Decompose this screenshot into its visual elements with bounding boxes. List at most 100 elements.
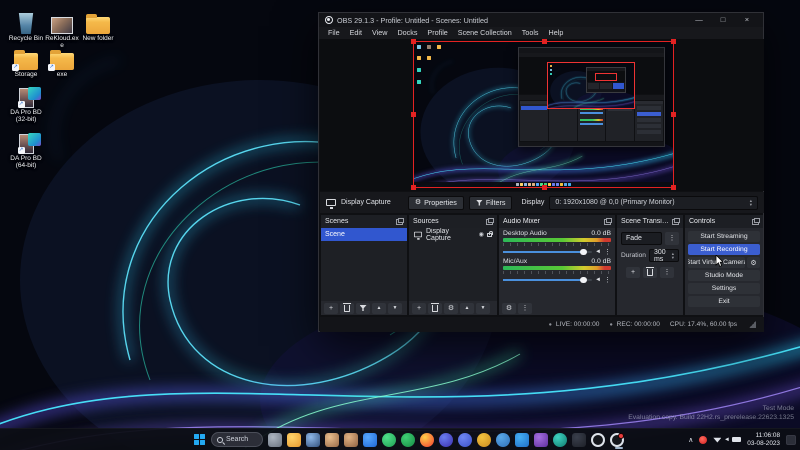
obs-titlebar[interactable]: OBS 29.1.3 - Profile: Untitled - Scenes:…	[319, 13, 763, 27]
desktop-icon-exe[interactable]: ↗exe	[44, 46, 80, 78]
lock-icon[interactable]	[487, 233, 492, 237]
handle-bottom-left[interactable]	[411, 185, 416, 190]
green-app-2-icon[interactable]	[401, 433, 415, 447]
channel-kebab-icon[interactable]: ⋮	[604, 276, 611, 284]
scene-filters-button[interactable]	[356, 303, 370, 314]
system-monitor-icon[interactable]	[306, 433, 320, 447]
combo-spinner-icon[interactable]: ▴▾	[750, 199, 752, 207]
handle-top-left[interactable]	[411, 39, 416, 44]
firefox-icon[interactable]	[420, 433, 434, 447]
discord-icon[interactable]	[458, 433, 472, 447]
file-explorer-icon[interactable]	[287, 433, 301, 447]
settings-button[interactable]: Settings	[688, 283, 760, 294]
resize-grip[interactable]	[749, 321, 756, 328]
taskbar-clock[interactable]: 11:06:08 03-08-2023	[747, 432, 780, 447]
remove-source-button[interactable]	[428, 303, 442, 314]
teal-diamond-app-icon[interactable]	[553, 433, 567, 447]
popout-icon[interactable]	[396, 219, 403, 225]
notification-center-icon[interactable]	[786, 435, 796, 445]
transition-kebab-button[interactable]: ⋮	[665, 232, 679, 245]
handle-top-right[interactable]	[671, 39, 676, 44]
camera-app-icon[interactable]	[477, 433, 491, 447]
popout-icon[interactable]	[604, 219, 611, 225]
minimize-button[interactable]: —	[689, 13, 709, 27]
scene-down-button[interactable]: ▼	[388, 303, 402, 314]
desktop-icon-storage[interactable]: ↗Storage	[8, 46, 44, 78]
desktop-icon-new-folder[interactable]: New folder	[80, 10, 116, 42]
display-select[interactable]: 0: 1920x1080 @ 0,0 (Primary Monitor) ▴▾	[549, 196, 758, 210]
add-scene-button[interactable]: +	[324, 303, 338, 314]
popout-icon[interactable]	[752, 219, 759, 225]
volume-slider[interactable]	[503, 251, 592, 253]
menu-profile[interactable]: Profile	[422, 27, 452, 39]
github-desktop-icon[interactable]	[591, 433, 605, 447]
source-up-button[interactable]: ▲	[460, 303, 474, 314]
handle-mid-right[interactable]	[671, 112, 676, 117]
menu-scene-collection[interactable]: Scene Collection	[453, 27, 517, 39]
exit-button[interactable]: Exit	[688, 296, 760, 307]
channel-kebab-icon[interactable]: ⋮	[604, 248, 611, 256]
green-app-1-icon[interactable]	[382, 433, 396, 447]
filters-button[interactable]: Filters	[469, 196, 513, 210]
handle-bottom-right[interactable]	[671, 185, 676, 190]
remove-scene-button[interactable]	[340, 303, 354, 314]
transition-props-button[interactable]: ⋮	[660, 267, 674, 278]
telegram-icon[interactable]	[496, 433, 510, 447]
mixer-kebab-button[interactable]: ⋮	[518, 303, 532, 314]
sources-toolbar: + ⚙ ▲ ▼	[409, 301, 497, 315]
system-tray-icons[interactable]: ◄	[713, 437, 741, 443]
source-properties-button[interactable]: ⚙	[444, 303, 458, 314]
speaker-icon[interactable]: ◄	[595, 277, 601, 283]
menu-tools[interactable]: Tools	[517, 27, 544, 39]
desktop-icon-recycle-bin[interactable]: Recycle Bin	[8, 10, 44, 42]
start-recording-button[interactable]: Start Recording	[688, 244, 760, 255]
menu-edit[interactable]: Edit	[345, 27, 367, 39]
audio-config-button[interactable]: ⚙	[502, 303, 516, 314]
task-view-icon[interactable]	[268, 433, 282, 447]
studio-mode-button[interactable]: Studio Mode	[688, 270, 760, 281]
menu-file[interactable]: File	[323, 27, 345, 39]
desktop-icon-da-pro-bd-64-bit-[interactable]: ↗DA Pro BD (64-bit)	[8, 130, 44, 169]
microsoft-store-icon[interactable]	[363, 433, 377, 447]
add-source-button[interactable]: +	[412, 303, 426, 314]
popout-icon[interactable]	[486, 219, 493, 225]
obs-studio-icon[interactable]	[610, 433, 624, 447]
menu-docks[interactable]: Docks	[392, 27, 422, 39]
handle-bottom-center[interactable]	[542, 185, 547, 190]
add-transition-button[interactable]: +	[626, 267, 640, 278]
desktop-icon-da-pro-bd-32-bit-[interactable]: ↗DA Pro BD (32-bit)	[8, 84, 44, 123]
taskbar-search[interactable]: Search	[211, 432, 263, 447]
visual-studio-icon[interactable]	[534, 433, 548, 447]
volume-slider[interactable]	[503, 279, 592, 281]
remove-transition-button[interactable]	[643, 267, 657, 278]
popout-icon[interactable]	[672, 219, 679, 225]
properties-button[interactable]: ⚙ Properties	[408, 196, 464, 210]
scene-up-button[interactable]: ▲	[372, 303, 386, 314]
desktop-icon-rekloud-exe[interactable]: ReKloud.exe	[44, 10, 80, 49]
hand-app-2-icon[interactable]	[344, 433, 358, 447]
transition-select[interactable]: Fade	[621, 232, 662, 245]
menu-help[interactable]: Help	[544, 27, 569, 39]
vscode-icon[interactable]	[515, 433, 529, 447]
hand-app-1-icon[interactable]	[325, 433, 339, 447]
obs-preview[interactable]	[320, 39, 764, 191]
edge-swirl-icon[interactable]	[439, 433, 453, 447]
handle-top-center[interactable]	[542, 39, 547, 44]
obs-tray-icon[interactable]	[699, 436, 707, 444]
close-button[interactable]: ×	[737, 13, 757, 27]
source-item[interactable]: Display Capture◉	[409, 228, 497, 241]
source-down-button[interactable]: ▼	[476, 303, 490, 314]
virtual-camera-settings-button[interactable]: ⚙	[747, 257, 760, 268]
display-capture-source-rect[interactable]	[413, 41, 674, 188]
speaker-icon[interactable]: ◄	[595, 249, 601, 255]
bot-app-icon[interactable]	[572, 433, 586, 447]
maximize-button[interactable]: □	[713, 13, 733, 27]
start-streaming-button[interactable]: Start Streaming	[688, 231, 760, 242]
tray-overflow-chevron-icon[interactable]: ∧	[688, 436, 693, 444]
menu-view[interactable]: View	[367, 27, 392, 39]
scene-item[interactable]: Scene	[321, 228, 407, 241]
handle-mid-left[interactable]	[411, 112, 416, 117]
duration-spinner[interactable]: 300 ms ▴▾	[649, 249, 679, 262]
start-button[interactable]	[194, 434, 206, 446]
visibility-eye-icon[interactable]: ◉	[479, 231, 484, 238]
